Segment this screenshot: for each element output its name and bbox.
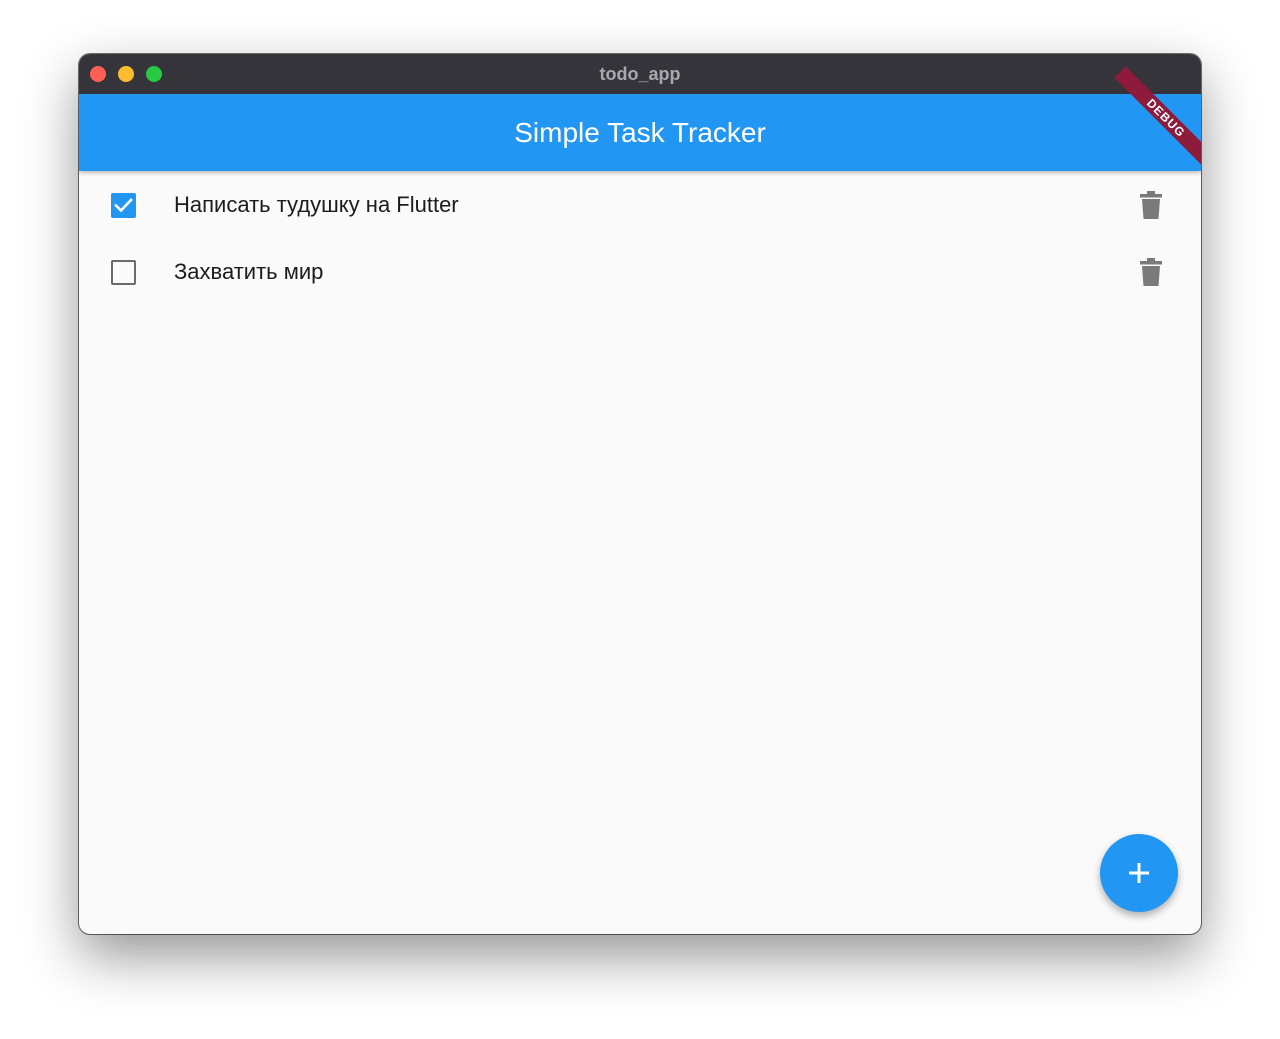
app-window: todo_app Simple Task Tracker DEBUG Напис…: [79, 54, 1201, 934]
window-titlebar[interactable]: todo_app: [79, 54, 1201, 94]
app-bar-title: Simple Task Tracker: [514, 117, 766, 148]
task-title: Захватить мир: [174, 259, 324, 284]
plus-icon: [1129, 863, 1149, 883]
window-title: todo_app: [599, 64, 681, 84]
task-row: Захватить мир: [79, 238, 1201, 305]
trash-icon[interactable]: [1139, 258, 1163, 286]
add-task-button[interactable]: [1100, 834, 1178, 912]
task-checkbox-unchecked[interactable]: [111, 260, 136, 285]
task-checkbox-checked[interactable]: [111, 193, 136, 218]
task-title: Написать тудушку на Flutter: [174, 192, 459, 217]
task-list: Написать тудушку на Flutter Захватить ми…: [79, 171, 1201, 305]
checkmark-icon: [114, 198, 133, 213]
trash-icon[interactable]: [1139, 191, 1163, 219]
task-row: Написать тудушку на Flutter: [79, 171, 1201, 238]
app-bar: Simple Task Tracker DEBUG: [79, 66, 1201, 171]
